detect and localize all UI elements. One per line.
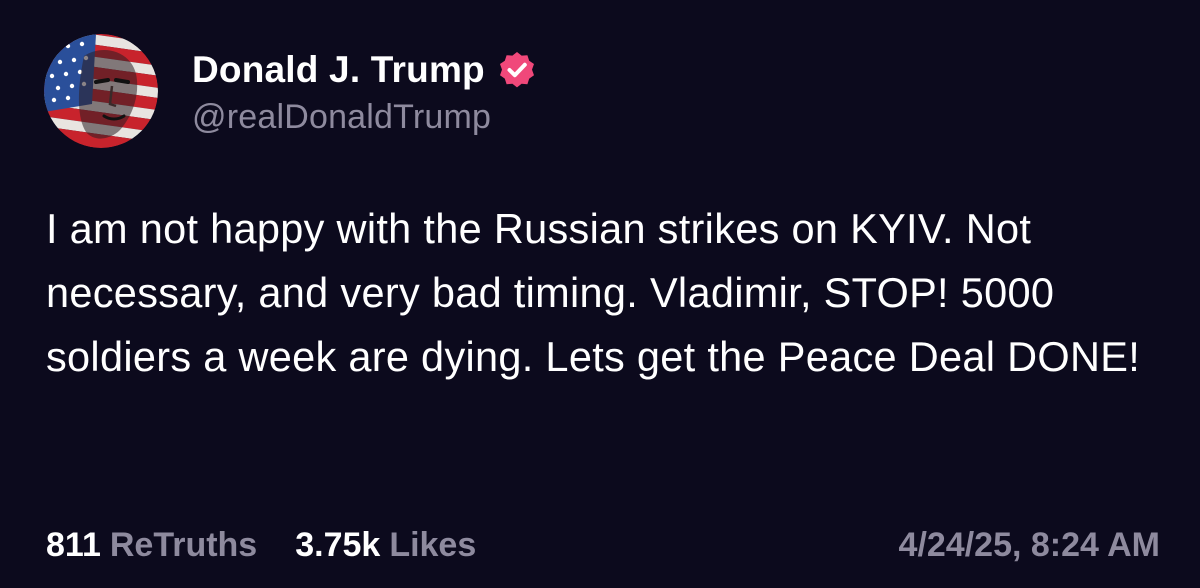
post-timestamp[interactable]: 4/24/25, 8:24 AM — [899, 526, 1160, 565]
post-stats-bar: 811 ReTruths 3.75k Likes 4/24/25, 8:24 A… — [46, 522, 1160, 568]
flag-portrait-avatar-icon — [44, 34, 158, 148]
author-display-name[interactable]: Donald J. Trump — [192, 49, 485, 91]
retruths-count: 811 — [46, 525, 101, 564]
post-body-text: I am not happy with the Russian strikes … — [46, 205, 1141, 380]
retruths-label: ReTruths — [109, 525, 258, 564]
truth-post-card: Donald J. Trump @realDonaldTrump I am no… — [0, 0, 1200, 588]
likes-stat[interactable]: 3.75k Likes — [295, 526, 476, 565]
author-identity: Donald J. Trump @realDonaldTrump — [192, 46, 537, 137]
post-header: Donald J. Trump @realDonaldTrump — [44, 33, 537, 149]
author-handle[interactable]: @realDonaldTrump — [192, 98, 537, 137]
likes-count: 3.75k — [295, 525, 381, 564]
author-name-row: Donald J. Trump — [192, 46, 537, 94]
verified-badge-icon — [497, 50, 537, 90]
retruths-stat[interactable]: 811 ReTruths — [46, 526, 257, 565]
likes-label: Likes — [389, 525, 477, 564]
author-avatar[interactable] — [44, 34, 158, 148]
